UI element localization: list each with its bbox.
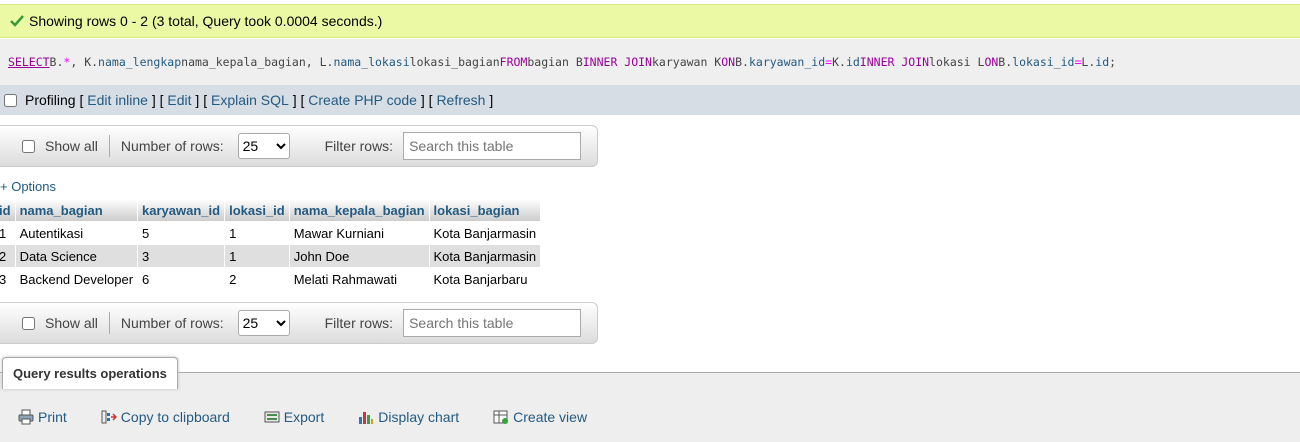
table-cell: 5 xyxy=(138,222,225,244)
column-header-karyawan-id[interactable]: karyawan_id xyxy=(138,199,225,221)
filter-rows-label: Filter rows: xyxy=(324,138,394,154)
table-cell: Backend Developer xyxy=(15,268,138,290)
query-results-operations-title: Query results operations xyxy=(2,357,178,389)
table-cell: John Doe xyxy=(289,245,429,267)
number-of-rows-select[interactable]: 25 xyxy=(237,133,290,159)
edit-link[interactable]: Edit xyxy=(167,92,191,108)
table-header-row: id nama_bagian karyawan_id lokasi_id nam… xyxy=(0,199,541,221)
show-all-label: Show all xyxy=(45,138,98,154)
explain-sql-link[interactable]: Explain SQL xyxy=(211,92,289,108)
table-cell: Mawar Kurniani xyxy=(289,222,429,244)
table-cell: Kota Banjarmasin xyxy=(429,222,541,244)
column-header-nama-kepala-bagian[interactable]: nama_kepala_bagian xyxy=(289,199,429,221)
table-cell: Kota Banjarbaru xyxy=(429,268,541,290)
number-of-rows-select[interactable]: 25 xyxy=(237,310,290,336)
table-cell: 1 xyxy=(0,222,15,244)
table-cell: 2 xyxy=(225,268,289,290)
search-table-input[interactable] xyxy=(403,309,582,337)
show-all-label: Show all xyxy=(45,315,98,331)
table-cell: Data Science xyxy=(15,245,138,267)
divider xyxy=(108,135,110,157)
filter-rows-label: Filter rows: xyxy=(324,315,394,331)
print-icon xyxy=(18,409,34,425)
success-message: Showing rows 0 - 2 (3 total, Query took … xyxy=(29,13,383,29)
create-view-link[interactable]: Create view xyxy=(493,409,587,425)
copy-to-clipboard-link[interactable]: Copy to clipboard xyxy=(101,409,230,425)
table-cell: Autentikasi xyxy=(15,222,138,244)
table-cell: 3 xyxy=(138,245,225,267)
table-row[interactable]: 1 Autentikasi 5 1 Mawar Kurniani Kota Ba… xyxy=(0,222,541,244)
show-all-checkbox[interactable] xyxy=(22,316,35,330)
edit-inline-link[interactable]: Edit inline xyxy=(87,92,148,108)
sql-query: SELECT B. *, K. nama_lengkap nama_kepala_b… xyxy=(0,39,1300,85)
profiling-checkbox[interactable] xyxy=(4,93,17,107)
check-icon xyxy=(10,15,24,27)
options-link[interactable]: + Options xyxy=(0,179,56,194)
divider xyxy=(108,312,110,334)
table-cell: 1 xyxy=(225,222,289,244)
sql-select-keyword[interactable]: SELECT xyxy=(8,55,50,69)
column-header-lokasi-id[interactable]: lokasi_id xyxy=(225,199,289,221)
table-cell: 3 xyxy=(0,268,15,290)
top-navigation-panel: Show all Number of rows: 25 Filter rows: xyxy=(0,125,598,167)
profiling-label: Profiling xyxy=(25,92,76,108)
operations-panel xyxy=(0,373,1300,442)
column-header-id[interactable]: id xyxy=(0,199,15,221)
create-view-icon xyxy=(493,410,509,424)
table-row[interactable]: 3 Backend Developer 6 2 Melati Rahmawati… xyxy=(0,268,541,290)
refresh-link[interactable]: Refresh xyxy=(436,92,485,108)
bar-chart-icon xyxy=(359,412,374,424)
results-table: id nama_bagian karyawan_id lokasi_id nam… xyxy=(0,198,541,291)
print-link[interactable]: Print xyxy=(18,409,67,425)
export-icon xyxy=(264,411,280,423)
display-chart-link[interactable]: Display chart xyxy=(358,409,459,425)
operations-links: Print Copy to clipboard Export Display c… xyxy=(18,409,621,425)
success-message-bar: Showing rows 0 - 2 (3 total, Query took … xyxy=(0,4,1300,38)
table-cell: Melati Rahmawati xyxy=(289,268,429,290)
number-of-rows-label: Number of rows: xyxy=(120,138,224,154)
number-of-rows-label: Number of rows: xyxy=(120,315,224,331)
table-cell: 1 xyxy=(225,245,289,267)
table-cell: Kota Banjarmasin xyxy=(429,245,541,267)
bottom-navigation-panel: Show all Number of rows: 25 Filter rows: xyxy=(0,302,598,344)
column-header-lokasi-bagian[interactable]: lokasi_bagian xyxy=(429,199,541,221)
create-php-code-link[interactable]: Create PHP code xyxy=(308,92,417,108)
clipboard-icon xyxy=(101,410,117,424)
table-cell: 6 xyxy=(138,268,225,290)
table-row[interactable]: 2 Data Science 3 1 John Doe Kota Banjarm… xyxy=(0,245,541,267)
profiling-bar: Profiling [ Edit inline ] [ Edit ] [ Exp… xyxy=(0,85,1300,115)
search-table-input[interactable] xyxy=(403,132,582,160)
show-all-checkbox[interactable] xyxy=(22,139,35,153)
table-cell: 2 xyxy=(0,245,15,267)
export-link[interactable]: Export xyxy=(264,409,324,425)
column-header-nama-bagian[interactable]: nama_bagian xyxy=(15,199,138,221)
